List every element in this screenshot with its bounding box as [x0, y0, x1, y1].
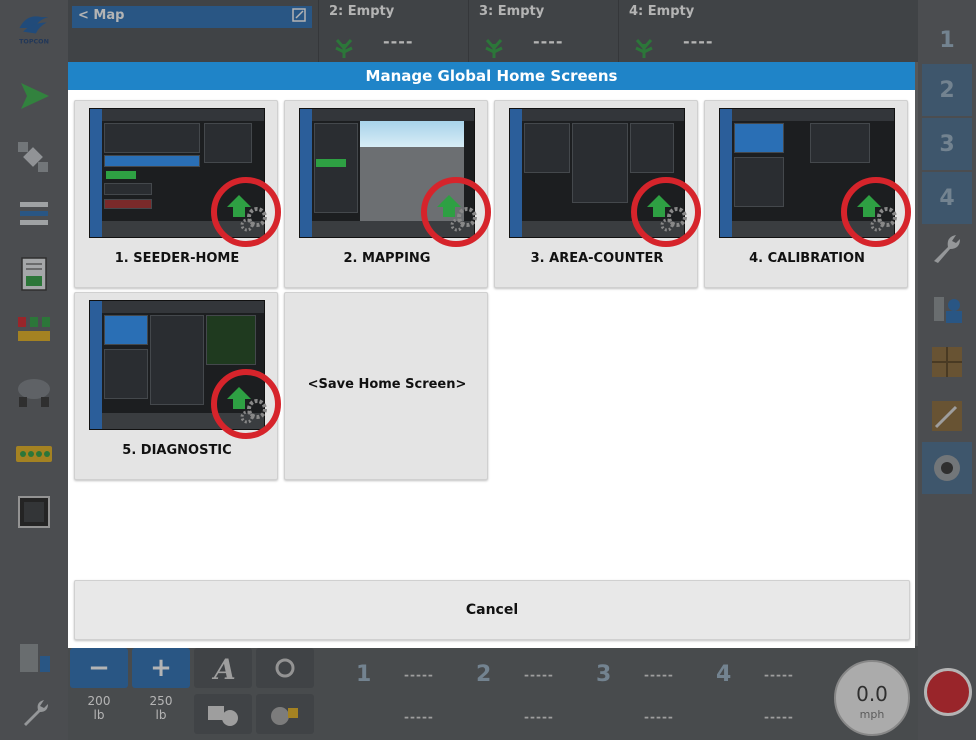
home-screen-tile-4[interactable]: 4. CALIBRATION [704, 100, 911, 288]
manage-home-screens-dialog: Manage Global Home Screens 1. SEEDER-HOM… [68, 62, 915, 648]
cancel-label: Cancel [465, 602, 519, 618]
home-screen-label: 4. CALIBRATION [749, 251, 865, 266]
save-home-screen-button[interactable]: <Save Home Screen> [284, 292, 488, 480]
home-screen-tile-5[interactable]: 5. DIAGNOSTIC [74, 292, 281, 480]
home-settings-icon [437, 195, 477, 232]
home-screen-label: 1. SEEDER-HOME [114, 251, 240, 266]
cancel-button[interactable]: Cancel [74, 580, 910, 640]
home-screen-set-badge [841, 177, 911, 247]
home-screen-set-badge [631, 177, 701, 247]
home-screen-label: 2. MAPPING [343, 251, 431, 266]
dialog-title: Manage Global Home Screens [68, 62, 915, 90]
home-screen-set-badge [211, 177, 281, 247]
home-screen-set-badge [421, 177, 491, 247]
home-settings-icon [857, 195, 897, 232]
home-screen-label: 5. DIAGNOSTIC [122, 443, 232, 458]
home-settings-icon [647, 195, 687, 232]
home-settings-icon [227, 195, 267, 232]
home-screen-label: 3. AREA-COUNTER [530, 251, 664, 266]
save-home-screen-label: <Save Home Screen> [307, 377, 467, 392]
home-screen-tile-2[interactable]: 2. MAPPING [284, 100, 491, 288]
home-settings-icon [227, 387, 267, 424]
home-screen-tile-1[interactable]: 1. SEEDER-HOME [74, 100, 281, 288]
home-screen-tile-3[interactable]: 3. AREA-COUNTER [494, 100, 701, 288]
home-screen-set-badge [211, 369, 281, 439]
